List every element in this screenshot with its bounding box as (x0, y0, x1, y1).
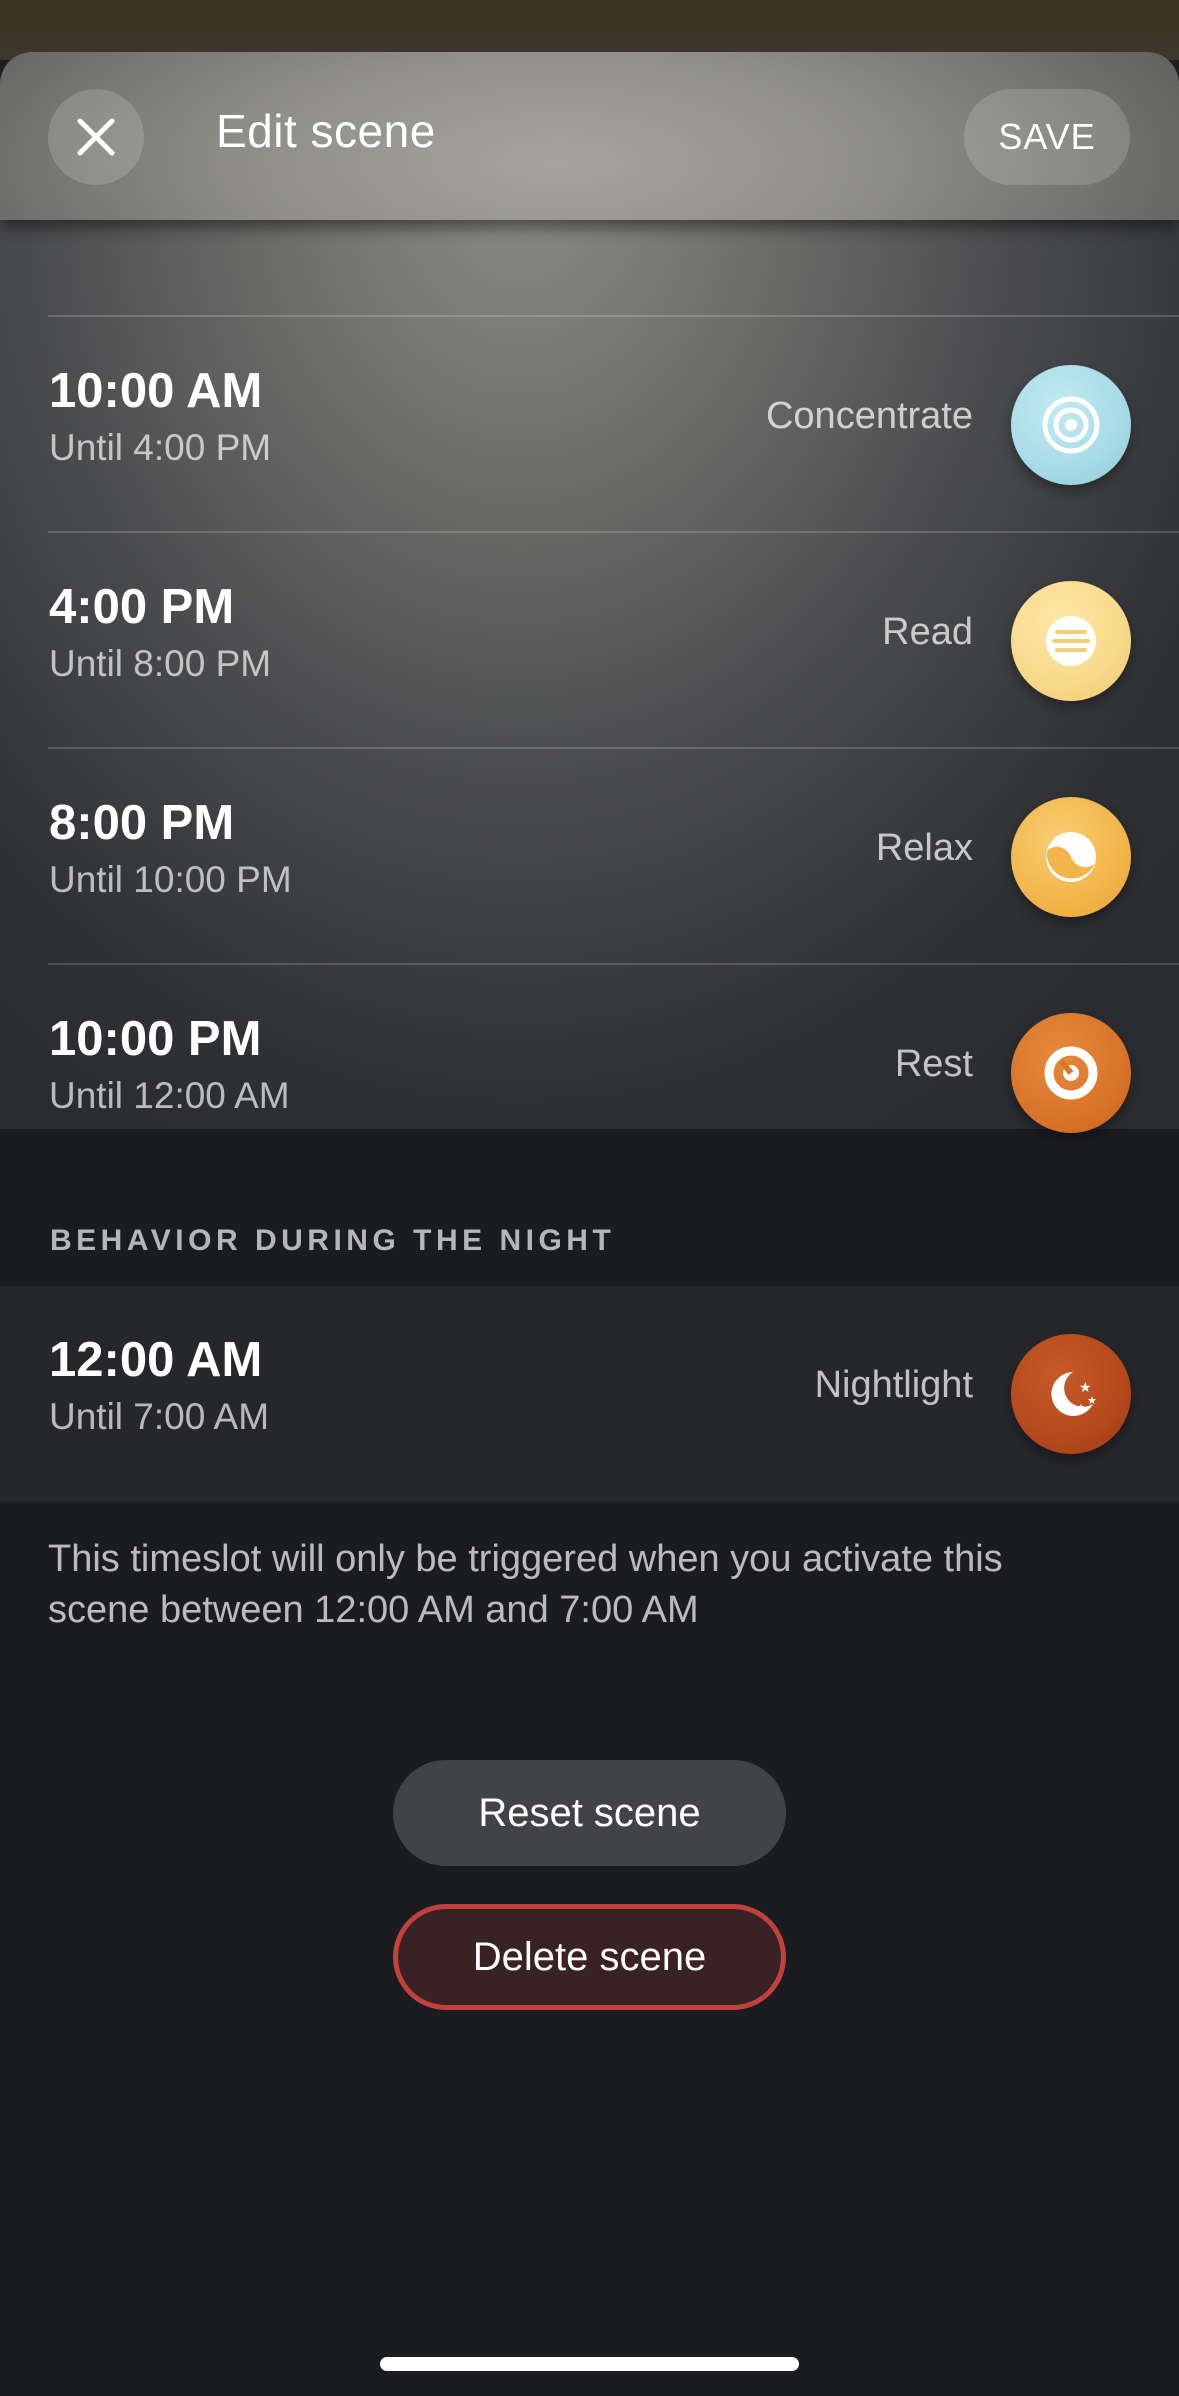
timeslot-row-rest[interactable]: 10:00 PM Until 12:00 AM Rest (0, 965, 1179, 1181)
svg-text:★: ★ (1077, 1403, 1085, 1413)
page-title: Edit scene (216, 105, 436, 157)
timeslot-row-relax[interactable]: 8:00 PM Until 10:00 PM Relax (0, 749, 1179, 965)
save-button[interactable]: SAVE (964, 89, 1130, 185)
nightlight-note: This timeslot will only be triggered whe… (48, 1538, 1003, 1631)
timeslot-list: 10:00 AM Until 4:00 PM Concentrate 4:00 … (0, 220, 1179, 1133)
close-icon (77, 118, 115, 156)
relax-icon[interactable] (1011, 797, 1131, 917)
slot-time: 10:00 PM (49, 1012, 262, 1066)
home-indicator[interactable] (380, 2357, 799, 2371)
slot-until: Until 4:00 PM (49, 427, 272, 468)
slot-scene-name: Nightlight (814, 1364, 973, 1406)
timeslot-row-nightlight[interactable]: 12:00 AM Until 7:00 AM Nightlight ★ ★ ★ (0, 1286, 1179, 1502)
read-icon[interactable] (1011, 581, 1131, 701)
timeslot-row-read[interactable]: 4:00 PM Until 8:00 PM Read (0, 533, 1179, 749)
slot-time: 12:00 AM (49, 1333, 263, 1387)
slot-scene-name: Concentrate (765, 395, 973, 437)
slot-time: 10:00 AM (49, 364, 263, 418)
status-bar-area (0, 0, 1179, 60)
delete-scene-button[interactable]: Delete scene (393, 1904, 786, 2010)
slot-until: Until 8:00 PM (49, 643, 272, 684)
slot-until: Until 7:00 AM (49, 1396, 270, 1437)
nightlight-icon[interactable]: ★ ★ ★ (1011, 1334, 1131, 1454)
slot-scene-name: Read (882, 611, 973, 653)
slot-until: Until 12:00 AM (49, 1075, 290, 1116)
slot-time: 8:00 PM (49, 796, 235, 850)
slot-scene-name: Relax (875, 827, 973, 869)
reset-scene-button[interactable]: Reset scene (393, 1760, 786, 1866)
slot-scene-name: Rest (894, 1043, 973, 1085)
slot-until: Until 10:00 PM (49, 859, 292, 900)
svg-text:★: ★ (1087, 1394, 1097, 1407)
edit-scene-sheet: Edit scene SAVE 10:00 AM Until 4:00 PM C… (0, 52, 1179, 2396)
slot-time: 4:00 PM (49, 580, 235, 634)
header-bar: Edit scene SAVE (0, 52, 1179, 220)
close-button[interactable] (48, 89, 144, 185)
timeslot-row-concentrate[interactable]: 10:00 AM Until 4:00 PM Concentrate (0, 317, 1179, 533)
rest-icon[interactable] (1011, 1013, 1131, 1133)
section-label-night: BEHAVIOR DURING THE NIGHT (50, 1224, 616, 1257)
concentrate-icon[interactable] (1011, 365, 1131, 485)
